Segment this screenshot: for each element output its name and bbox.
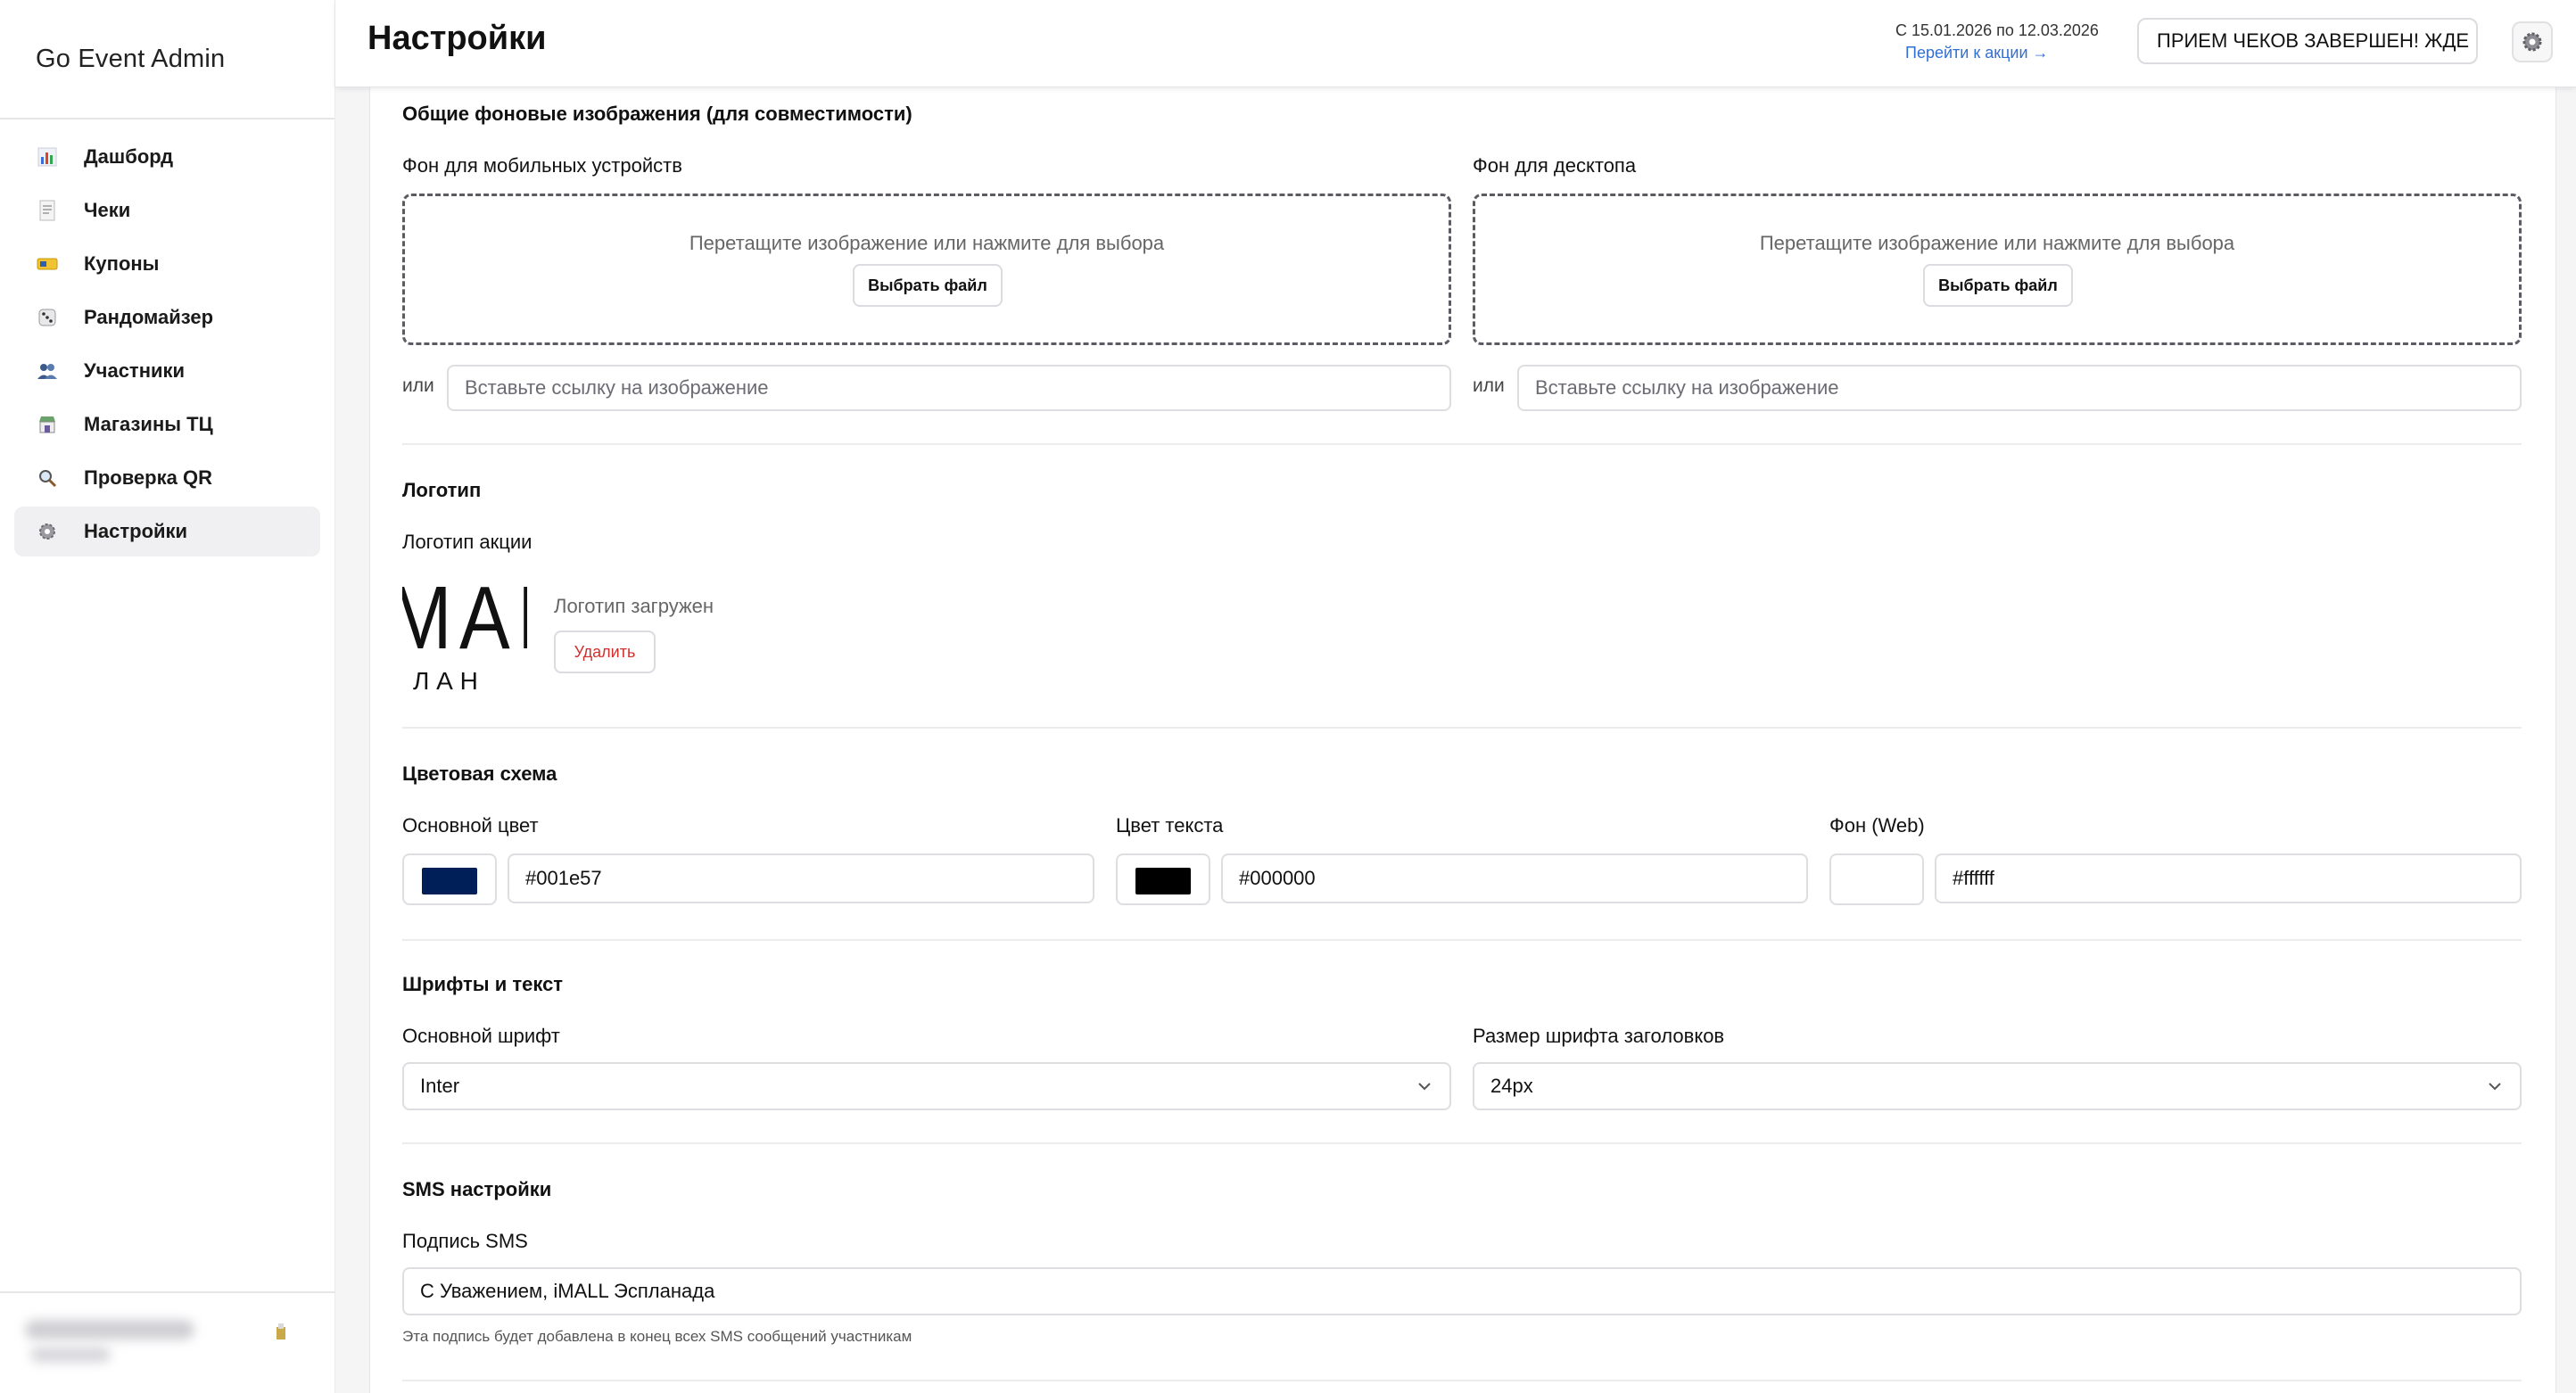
go-to-promo-link[interactable]: Перейти к акции → <box>1905 44 2049 62</box>
sms-section-title: SMS настройки <box>402 1178 552 1200</box>
sidebar-item-label: Магазины ТЦ <box>84 413 213 435</box>
logo-label: Логотип акции <box>402 531 533 553</box>
logo-text-top: MAL <box>402 570 527 668</box>
user-panel <box>0 1291 335 1393</box>
logo-preview-image: MAL Л А Н <box>402 570 527 695</box>
bar-chart-icon <box>36 145 59 169</box>
magnifier-icon <box>36 466 59 490</box>
primary-color-input[interactable] <box>508 853 1094 903</box>
sidebar-nav: Дашборд Чеки Купоны Рандомайзер Участник… <box>0 120 334 556</box>
logo-section-title: Логотип <box>402 479 482 501</box>
web-bg-color-swatch <box>1849 868 1904 894</box>
users-icon <box>36 359 59 383</box>
primary-color-picker[interactable] <box>402 853 497 905</box>
primary-color-label: Основной цвет <box>402 814 539 837</box>
divider <box>402 1380 2522 1381</box>
desktop-choose-file-button[interactable]: Выбрать файл <box>1923 264 2073 307</box>
main-font-label: Основной шрифт <box>402 1025 560 1047</box>
gear-icon <box>2522 32 2542 52</box>
mobile-bg-dropzone[interactable]: Перетащите изображение или нажмите для в… <box>402 194 1451 345</box>
main-font-value: Inter <box>420 1075 460 1097</box>
fonts-section-title: Шрифты и текст <box>402 973 564 995</box>
divider <box>402 443 2522 445</box>
primary-color-swatch <box>422 868 477 894</box>
text-color-label: Цвет текста <box>1116 814 1224 837</box>
sidebar-item-receipts[interactable]: Чеки <box>14 185 320 235</box>
page-title: Настройки <box>367 20 547 57</box>
sidebar-item-label: Чеки <box>84 199 131 221</box>
divider <box>402 727 2522 729</box>
receipt-icon <box>36 199 59 222</box>
mobile-bg-label: Фон для мобильных устройств <box>402 154 682 177</box>
divider <box>402 939 2522 941</box>
logo-text-bottom: Л А Н <box>413 667 478 695</box>
dropzone-hint: Перетащите изображение или нажмите для в… <box>689 232 1165 254</box>
settings-gear-button[interactable] <box>2512 21 2553 62</box>
dropzone-hint: Перетащите изображение или нажмите для в… <box>1759 232 2235 254</box>
chevron-down-icon <box>1418 1083 1431 1091</box>
backgrounds-section-title: Общие фоновые изображения (для совместим… <box>402 103 912 125</box>
sms-signature-hint: Эта подпись будет добавлена в конец всех… <box>402 1328 912 1345</box>
desktop-bg-url-input[interactable] <box>1517 365 2522 411</box>
main-font-select[interactable]: Inter <box>402 1062 1451 1110</box>
chevron-down-icon <box>2489 1083 2501 1091</box>
sidebar-item-label: Купоны <box>84 252 160 275</box>
sidebar-item-dashboard[interactable]: Дашборд <box>14 132 320 182</box>
user-role-blurred <box>30 1347 111 1363</box>
sms-signature-label: Подпись SMS <box>402 1230 528 1252</box>
sidebar-item-label: Рандомайзер <box>84 306 214 328</box>
sidebar: Go Event Admin Дашборд Чеки Купоны Рандо… <box>0 0 335 1393</box>
promo-period: С 15.01.2026 по 12.03.2026 <box>1895 21 2099 39</box>
sidebar-item-participants[interactable]: Участники <box>14 346 320 396</box>
sidebar-item-randomizer[interactable]: Рандомайзер <box>14 293 320 342</box>
sms-signature-input[interactable] <box>402 1267 2522 1315</box>
web-bg-color-input[interactable] <box>1935 853 2522 903</box>
sidebar-item-stores[interactable]: Магазины ТЦ <box>14 400 320 449</box>
divider <box>402 1142 2522 1144</box>
web-bg-color-picker[interactable] <box>1829 853 1924 905</box>
dice-icon <box>36 306 59 329</box>
app-title: Go Event Admin <box>0 0 334 120</box>
sidebar-item-label: Участники <box>84 359 186 382</box>
or-label: или <box>402 375 434 396</box>
status-button[interactable]: ПРИЕМ ЧЕКОВ ЗАВЕРШЕН! ЖДЕ <box>2137 18 2478 64</box>
ticket-icon <box>36 252 59 276</box>
sidebar-item-settings[interactable]: Настройки <box>14 507 320 556</box>
sidebar-item-coupons[interactable]: Купоны <box>14 239 320 289</box>
delete-logo-button[interactable]: Удалить <box>554 631 656 673</box>
web-bg-color-label: Фон (Web) <box>1829 814 1925 837</box>
desktop-bg-label: Фон для десктопа <box>1473 154 1637 177</box>
store-icon <box>36 413 59 436</box>
gear-icon <box>36 520 59 543</box>
sidebar-item-qr-check[interactable]: Проверка QR <box>14 453 320 503</box>
sidebar-item-label: Настройки <box>84 520 188 542</box>
text-color-swatch <box>1135 868 1191 894</box>
logo-status: Логотип загружен <box>554 595 714 617</box>
top-header: Настройки С 15.01.2026 по 12.03.2026 Пер… <box>335 0 2576 87</box>
desktop-bg-dropzone[interactable]: Перетащите изображение или нажмите для в… <box>1473 194 2522 345</box>
mobile-bg-url-input[interactable] <box>447 365 1451 411</box>
text-color-input[interactable] <box>1221 853 1808 903</box>
or-label: или <box>1473 375 1505 396</box>
settings-card: Общие фоновые изображения (для совместим… <box>369 80 2556 1393</box>
text-color-picker[interactable] <box>1116 853 1210 905</box>
sidebar-item-label: Проверка QR <box>84 466 212 489</box>
user-name-blurred <box>25 1320 194 1339</box>
mobile-choose-file-button[interactable]: Выбрать файл <box>853 264 1003 307</box>
sidebar-item-label: Дашборд <box>84 145 174 168</box>
heading-size-label: Размер шрифта заголовков <box>1473 1025 1725 1047</box>
logout-icon[interactable] <box>273 1320 289 1345</box>
heading-size-select[interactable]: 24px <box>1473 1062 2522 1110</box>
colors-section-title: Цветовая схема <box>402 762 557 785</box>
heading-size-value: 24px <box>1490 1075 1533 1097</box>
